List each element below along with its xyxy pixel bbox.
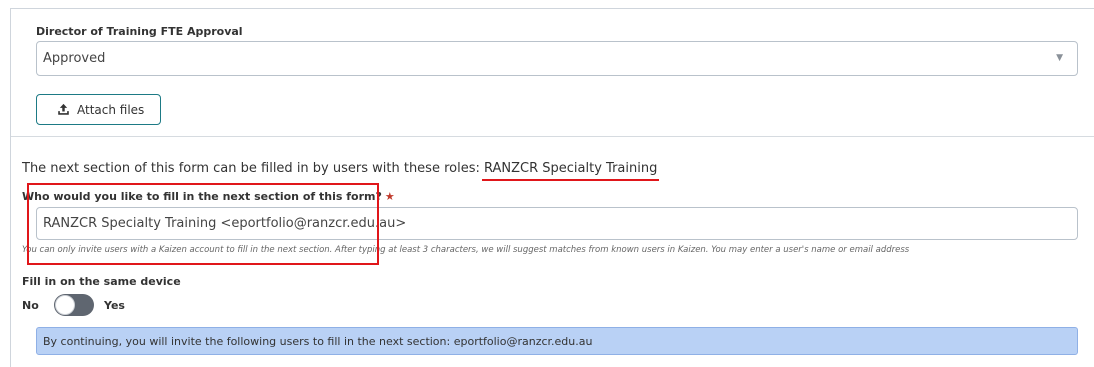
required-star-icon: ★	[384, 190, 395, 203]
same-device-label: Fill in on the same device	[22, 275, 181, 288]
section-divider	[11, 136, 1094, 137]
same-device-toggle[interactable]	[54, 294, 94, 316]
attach-files-label: Attach files	[77, 103, 145, 117]
upload-icon	[58, 103, 69, 115]
attach-files-button[interactable]: Attach files	[36, 94, 161, 125]
approval-label: Director of Training FTE Approval	[36, 25, 243, 38]
toggle-knob	[55, 295, 75, 315]
approval-select[interactable]: Approved ▼	[36, 41, 1078, 76]
chevron-down-icon: ▼	[1056, 53, 1063, 63]
roles-prefix: The next section of this form can be fil…	[22, 161, 484, 176]
invite-label-text: Who would you like to fill in the next s…	[22, 190, 382, 203]
invite-info-message: By continuing, you will invite the follo…	[36, 327, 1078, 355]
invite-hint: You can only invite users with a Kaizen …	[22, 245, 910, 255]
toggle-yes-label: Yes	[104, 299, 125, 312]
toggle-no-label: No	[22, 299, 39, 312]
role-name: RANZCR Specialty Training	[481, 161, 660, 181]
invite-field-label: Who would you like to fill in the next s…	[22, 190, 395, 203]
approval-selected-value: Approved	[43, 51, 106, 66]
invite-user-input[interactable]: RANZCR Specialty Training <eportfolio@ra…	[36, 207, 1078, 240]
next-section-roles: The next section of this form can be fil…	[22, 161, 660, 181]
